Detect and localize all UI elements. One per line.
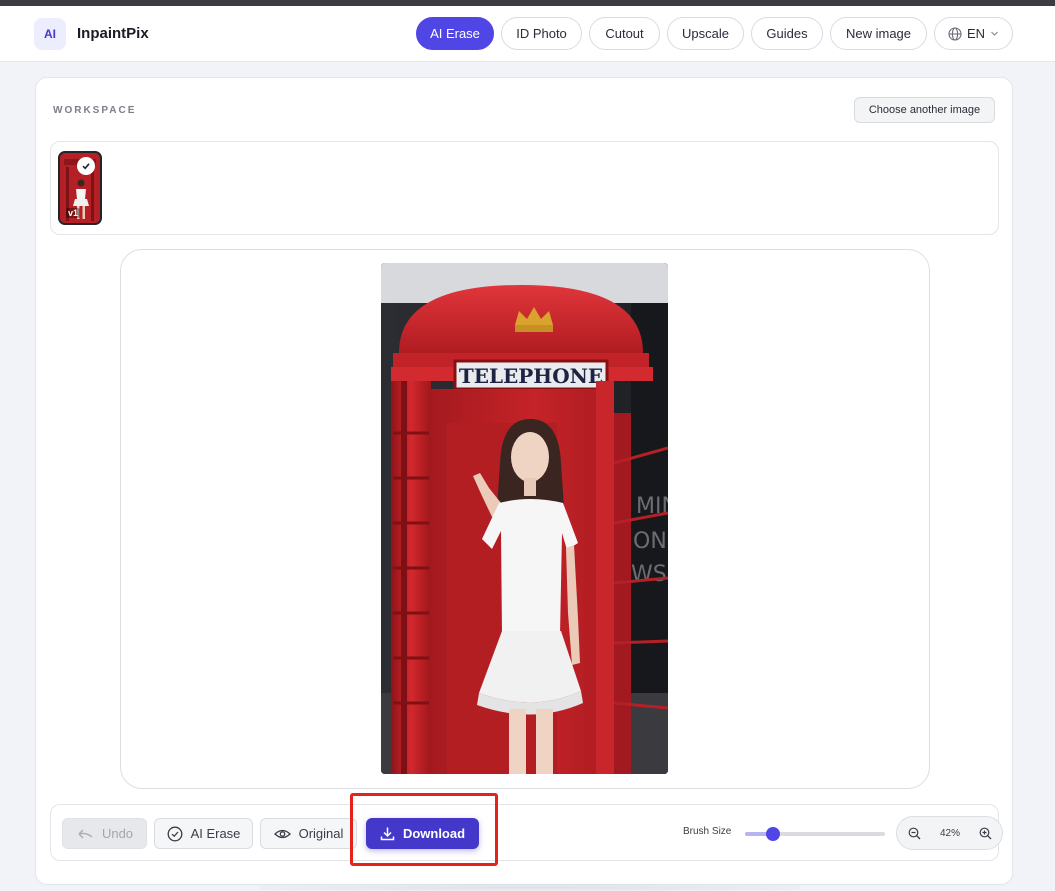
eye-icon [273,829,291,838]
check-icon [82,163,90,170]
nav-ai-erase-button[interactable]: AI Erase [416,17,494,50]
zoom-control: 42% [896,816,1003,850]
edit-image[interactable]: MIN ON WS TELEPHONE [381,263,668,774]
nav-new-image-button[interactable]: New image [830,17,927,50]
choose-another-image-button[interactable]: Choose another image [854,97,995,123]
nav-id-photo-button[interactable]: ID Photo [501,17,582,50]
zoom-level: 42% [939,828,960,839]
svg-text:TELEPHONE: TELEPHONE [459,364,603,388]
check-circle-icon [167,826,183,841]
workspace-heading: WORKSPACE [53,105,137,116]
globe-icon [948,26,962,41]
brush-size-label: Brush Size [683,826,732,837]
brush-size-handle[interactable] [766,827,780,841]
workspace-card: WORKSPACE Choose another image v1 MI ON … [35,77,1013,885]
editor-toolbar: Undo AI Erase Original Download Brush Si… [50,804,1003,861]
undo-label: Undo [101,826,134,841]
download-icon [380,827,395,841]
original-label: Original [298,826,344,841]
telephone-booth-photo: MIN ON WS TELEPHONE [381,263,668,774]
undo-icon [78,829,93,838]
selected-check [77,157,95,175]
svg-text:WS: WS [631,562,667,587]
nav-upscale-button[interactable]: Upscale [667,17,744,50]
zoom-out-button[interactable] [906,825,923,842]
version-strip: v1 [50,141,999,235]
editor-canvas: MIN ON WS TELEPHONE [120,249,930,789]
language-label: EN [966,26,986,41]
brush-size-slider[interactable] [745,827,885,841]
ai-erase-button[interactable]: AI Erase [154,818,253,849]
undo-button[interactable]: Undo [62,818,147,849]
bottom-shadow [260,884,800,891]
original-toggle-button[interactable]: Original [260,818,357,849]
download-button[interactable]: Download [366,818,479,849]
svg-text:ON: ON [633,529,667,554]
app-name[interactable]: InpaintPix [77,25,149,42]
ai-erase-label: AI Erase [190,826,241,841]
chevron-down-icon [990,29,999,38]
nav-cutout-button[interactable]: Cutout [589,17,660,50]
version-label: v1 [66,208,81,218]
logo-badge[interactable]: AI [34,18,66,50]
version-thumbnail[interactable]: v1 [58,151,102,225]
app-header: AI InpaintPix AI Erase ID Photo Cutout U… [0,6,1055,62]
zoom-in-button[interactable] [977,825,994,842]
language-selector[interactable]: EN [934,17,1013,50]
zoom-in-icon [979,827,992,840]
nav-guides-button[interactable]: Guides [751,17,823,50]
zoom-out-icon [908,827,921,840]
download-label: Download [402,826,466,841]
